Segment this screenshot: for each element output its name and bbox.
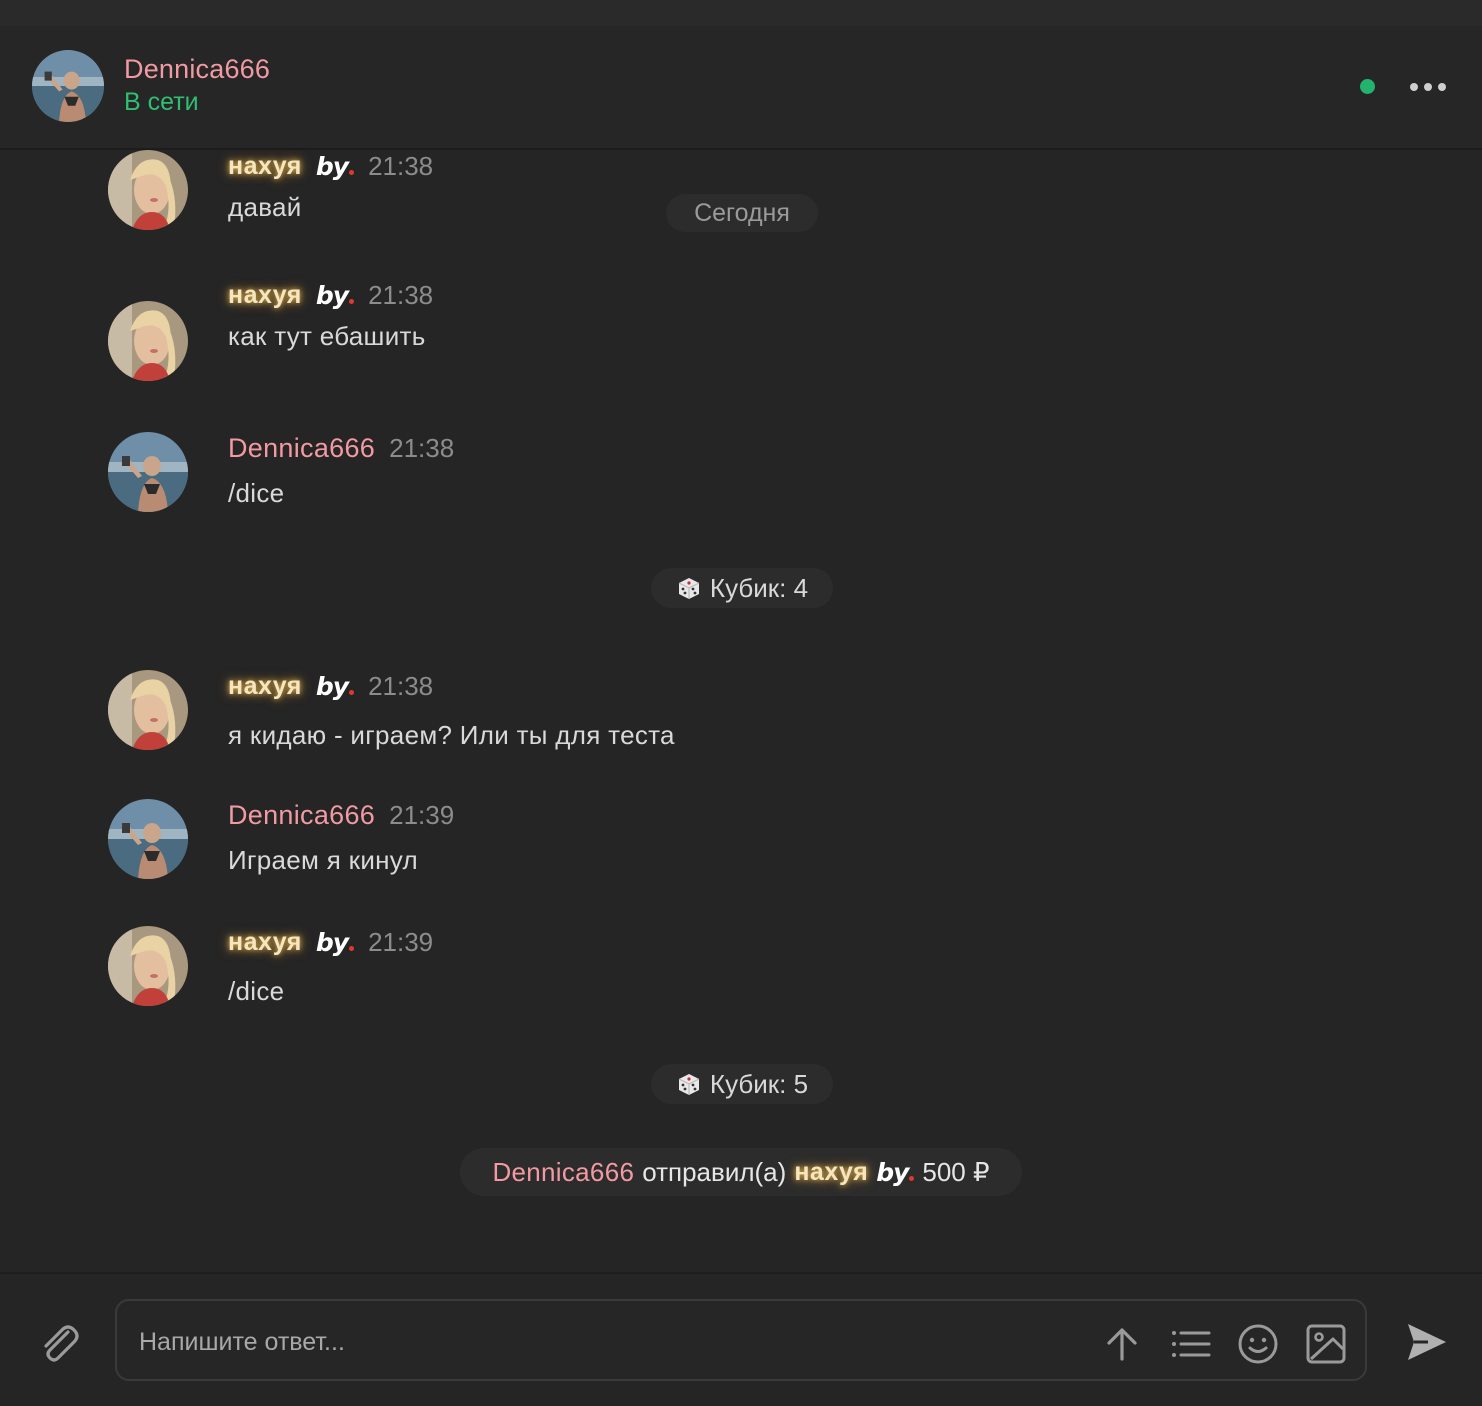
contact-status: В сети bbox=[124, 88, 199, 116]
transfer-from[interactable]: Dennica666 bbox=[492, 1157, 634, 1188]
window-top-strip bbox=[0, 0, 1482, 26]
sender-avatar[interactable] bbox=[108, 150, 188, 230]
message-text: давай bbox=[228, 192, 302, 222]
dice-label: Кубик: 5 bbox=[709, 1068, 809, 1099]
image-icon[interactable] bbox=[1305, 1323, 1347, 1365]
dice-result: Кубик: 4 bbox=[651, 568, 833, 608]
transfer-notice: Dennica666 отправил(а) нахуя by 500 ₽ bbox=[460, 1148, 1022, 1196]
composer-divider bbox=[0, 1272, 1482, 1274]
message-time: 21:38 bbox=[389, 432, 455, 463]
by-badge-text: by bbox=[315, 927, 349, 957]
sender-avatar[interactable] bbox=[108, 432, 188, 512]
online-indicator bbox=[1360, 79, 1375, 94]
sender-avatar[interactable] bbox=[108, 926, 188, 1006]
contact-avatar[interactable] bbox=[32, 50, 104, 122]
by-badge: by bbox=[315, 671, 355, 701]
message-item: Dennica666 21:39 Играем я кинул bbox=[0, 799, 1400, 909]
contact-name[interactable]: Dennica666 bbox=[124, 54, 270, 85]
message-item: нахуя by 21:38 давай bbox=[0, 150, 1400, 260]
message-text: /dice bbox=[228, 478, 285, 508]
send-icon[interactable] bbox=[1402, 1318, 1450, 1366]
arrow-up-icon[interactable] bbox=[1101, 1323, 1143, 1365]
message-text: я кидаю - играем? Или ты для теста bbox=[228, 720, 675, 750]
message-text: /dice bbox=[228, 976, 285, 1006]
chat-panel: Dennica666 В сети Сегодня нахуя by 21:38… bbox=[0, 26, 1482, 1406]
chat-header: Dennica666 В сети bbox=[0, 26, 1482, 150]
message-meta: Dennica666 21:38 bbox=[228, 432, 454, 464]
transfer-amount: 500 ₽ bbox=[922, 1156, 990, 1187]
by-badge: by bbox=[315, 927, 355, 957]
list-icon[interactable] bbox=[1169, 1323, 1211, 1365]
dice-result: Кубик: 5 bbox=[651, 1064, 833, 1104]
message-meta: нахуя by 21:39 bbox=[228, 926, 433, 958]
by-badge-text: by bbox=[315, 671, 349, 701]
by-badge: by bbox=[315, 151, 355, 181]
message-item: нахуя by 21:39 /dice bbox=[0, 926, 1400, 1036]
sender-avatar[interactable] bbox=[108, 301, 188, 381]
message-time: 21:38 bbox=[368, 150, 434, 181]
message-time: 21:39 bbox=[368, 926, 434, 957]
sender-name[interactable]: Dennica666 bbox=[228, 800, 375, 831]
message-meta: нахуя by 21:38 bbox=[228, 670, 433, 702]
by-badge-text: by bbox=[315, 280, 349, 310]
sender-name[interactable]: нахуя bbox=[228, 152, 302, 181]
dice-icon bbox=[678, 1074, 700, 1095]
message-time: 21:38 bbox=[368, 279, 434, 310]
message-item: нахуя by 21:38 как тут ебашить bbox=[0, 279, 1400, 389]
paperclip-icon[interactable] bbox=[34, 1318, 82, 1366]
sender-avatar[interactable] bbox=[108, 670, 188, 750]
transfer-action: отправил(а) bbox=[642, 1156, 787, 1187]
sender-name[interactable]: нахуя bbox=[228, 672, 302, 701]
sender-avatar[interactable] bbox=[108, 799, 188, 879]
more-icon[interactable] bbox=[1400, 72, 1456, 102]
message-item: нахуя by 21:38 я кидаю - играем? Или ты … bbox=[0, 670, 1400, 780]
by-badge-text: by bbox=[315, 151, 349, 181]
sender-name[interactable]: нахуя bbox=[228, 928, 302, 957]
message-time: 21:39 bbox=[389, 799, 455, 830]
dice-label: Кубик: 4 bbox=[709, 572, 809, 603]
by-badge: by bbox=[315, 280, 355, 310]
message-meta: нахуя by 21:38 bbox=[228, 279, 433, 311]
by-badge-text: by bbox=[876, 1157, 909, 1187]
sender-name[interactable]: нахуя bbox=[228, 281, 302, 310]
by-badge: by bbox=[876, 1157, 915, 1187]
message-time: 21:38 bbox=[368, 670, 434, 701]
sender-name[interactable]: Dennica666 bbox=[228, 433, 375, 464]
message-text: Играем я кинул bbox=[228, 845, 419, 875]
dice-icon bbox=[678, 578, 700, 599]
message-item: Dennica666 21:38 /dice bbox=[0, 432, 1400, 542]
message-list[interactable]: Сегодня нахуя by 21:38 давай нахуя by 21… bbox=[0, 150, 1482, 1272]
smiley-icon[interactable] bbox=[1237, 1323, 1279, 1365]
message-input[interactable] bbox=[137, 1321, 1081, 1363]
message-text: как тут ебашить bbox=[228, 321, 426, 351]
transfer-to[interactable]: нахуя bbox=[794, 1158, 868, 1187]
message-composer bbox=[115, 1299, 1367, 1381]
message-meta: Dennica666 21:39 bbox=[228, 799, 454, 831]
message-meta: нахуя by 21:38 bbox=[228, 150, 433, 182]
